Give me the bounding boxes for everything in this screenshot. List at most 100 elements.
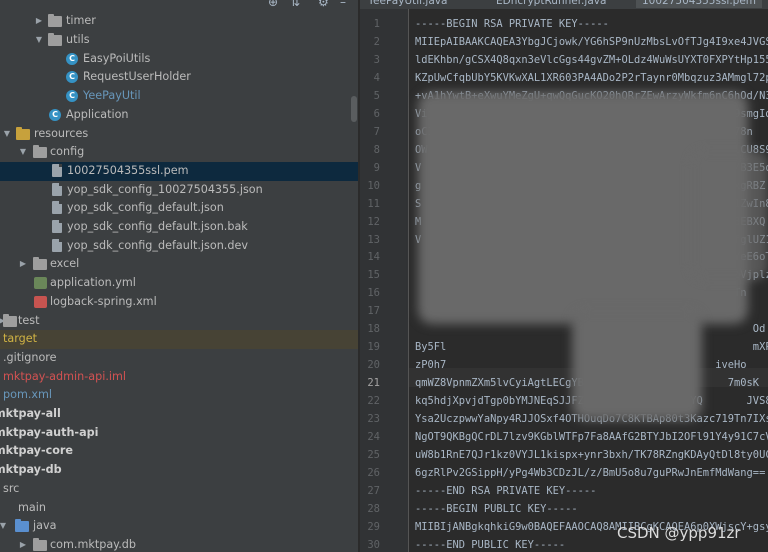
- tree-item-excel[interactable]: ▶ excel: [0, 255, 358, 274]
- line-number: 25: [367, 449, 380, 462]
- tree-item-yeepayutil[interactable]: C YeePayUtil: [0, 87, 358, 106]
- tree-item-label: utils: [66, 33, 90, 46]
- line-number: 29: [367, 520, 380, 533]
- expand-arrow-icon[interactable]: ▶: [34, 12, 44, 31]
- class-icon: C: [66, 52, 78, 65]
- code-line[interactable]: -----END RSA PRIVATE KEY-----: [415, 485, 596, 497]
- tree-item-ssl-pem[interactable]: 10027504355ssl.pem: [0, 161, 358, 181]
- tab-yeepayutil[interactable]: YeePayUtil.java: [368, 0, 447, 8]
- tree-item-mktpay-all[interactable]: mktpay-all: [0, 405, 358, 424]
- code-line[interactable]: -----BEGIN PUBLIC KEY-----: [415, 503, 578, 515]
- tree-item-yop-config-json[interactable]: yop_sdk_config_10027504355.json: [0, 181, 358, 200]
- tree-item-application-yml[interactable]: application.yml: [0, 274, 358, 293]
- line-number: 4: [373, 71, 380, 84]
- expand-arrow-icon[interactable]: ▶: [18, 255, 28, 274]
- tree-item-iml[interactable]: mktpay-admin-api.iml: [0, 368, 358, 387]
- line-number: 19: [367, 341, 380, 354]
- line-number-gutter: 1 2 3 4 5 6 7 8 9 10 11 12 13 14 15 16 17 18 19 20 21 22 23 24 2…: [360, 9, 408, 552]
- tree-item-label: pom.xml: [3, 388, 53, 402]
- line-number: 17: [367, 305, 380, 318]
- hide-icon[interactable]: –: [340, 0, 346, 8]
- code-line[interactable]: -----END PUBLIC KEY-----: [415, 539, 565, 551]
- line-number: 23: [367, 413, 380, 426]
- source-folder-icon: [15, 519, 29, 533]
- tree-item-utils[interactable]: ▼ utils: [0, 31, 358, 50]
- yml-icon: [34, 277, 47, 290]
- collapse-icon[interactable]: ⇅: [290, 0, 300, 8]
- file-icon: [52, 238, 62, 252]
- tree-item-label: excel: [50, 257, 80, 271]
- tree-item-label: application.yml: [50, 276, 136, 290]
- tree-item-pom[interactable]: pom.xml: [0, 386, 358, 405]
- tree-scrollbar[interactable]: [351, 96, 357, 122]
- tree-item-label: resources: [34, 126, 89, 140]
- line-number: 20: [367, 359, 380, 372]
- gutter-separator: [408, 9, 409, 552]
- line-number: 21: [367, 377, 380, 390]
- editor-panel: YeePayUtil.java EDncryptRunner.java 1002…: [360, 0, 768, 552]
- class-icon: C: [66, 71, 78, 84]
- tree-item-label: mktpay-core: [0, 444, 74, 458]
- code-line[interactable]: ldEKhbn/gCSX4Q8qxn3eVlcGgs44gvZM+OLdz4Wu…: [415, 54, 768, 66]
- code-line[interactable]: MIIEpAIBAAKCAQEA3YbgJCjowk/YG6hSP9nUzMbs…: [415, 36, 768, 48]
- line-number: 13: [367, 233, 380, 246]
- tree-item-test[interactable]: ▶ test: [0, 312, 358, 331]
- tree-item-label: yop_sdk_config_default.json.dev: [67, 238, 248, 252]
- collapse-arrow-icon[interactable]: ▼: [34, 31, 44, 50]
- tree-item-application[interactable]: C Application: [0, 106, 358, 125]
- expand-arrow-icon[interactable]: ▶: [18, 536, 28, 552]
- tree-item-yop-default-dev[interactable]: yop_sdk_config_default.json.dev: [0, 237, 358, 256]
- tree-item-resources[interactable]: ▼ resources: [0, 125, 358, 144]
- tree-item-label: EasyPoiUtils: [83, 51, 151, 65]
- tree-item-src[interactable]: src: [0, 480, 358, 499]
- class-icon: C: [66, 90, 78, 103]
- tree-item-label: yop_sdk_config_10027504355.json: [67, 182, 263, 196]
- tree-item-easypoiutils[interactable]: C EasyPoiUtils: [0, 50, 358, 69]
- collapse-arrow-icon[interactable]: ▼: [2, 125, 12, 144]
- line-number: 15: [367, 269, 380, 282]
- target-icon[interactable]: ⊕: [268, 0, 278, 8]
- code-line[interactable]: -----BEGIN RSA PRIVATE KEY-----: [415, 18, 609, 30]
- tree-item-main[interactable]: main: [0, 499, 358, 518]
- file-icon: [52, 220, 62, 233]
- tree-item-target[interactable]: target: [0, 330, 358, 349]
- tree-item-gitignore[interactable]: .gitignore: [0, 349, 358, 368]
- tree-item-mktpay-db[interactable]: mktpay-db: [0, 461, 358, 480]
- tree-item-mktpay-core[interactable]: mktpay-core: [0, 442, 358, 461]
- tree-item-config[interactable]: ▼ config: [0, 143, 358, 162]
- tree-item-mktpay-auth-api[interactable]: mktpay-auth-api: [0, 424, 358, 443]
- tree-item-yop-default-json[interactable]: yop_sdk_config_default.json: [0, 199, 358, 218]
- tree-item-logback-xml[interactable]: logback-spring.xml: [0, 293, 358, 312]
- code-line[interactable]: uW8b1RnE7QJr1kz0VYJL1kispx+ynr3bxh/TK78R…: [415, 449, 768, 461]
- class-icon: C: [49, 108, 61, 121]
- line-number: 26: [367, 467, 380, 479]
- code-line[interactable]: KZpUwCfqbUbY5KVKwXAL1XR603PA4ADo2P2rTayn…: [415, 72, 768, 84]
- line-number: 14: [367, 251, 380, 264]
- tree-item-package-db[interactable]: ▶ com.mktpay.db: [0, 536, 358, 552]
- folder-icon: [33, 145, 47, 159]
- line-number: 7: [373, 125, 380, 138]
- collapse-arrow-icon[interactable]: ▼: [0, 517, 8, 536]
- line-number: 24: [367, 431, 380, 444]
- tab-ssl-pem[interactable]: 10027504355ssl.pem: [636, 0, 763, 8]
- file-icon: [52, 163, 62, 177]
- code-line[interactable]: 6gzRlPv2GSippH/yPg4Wb3CDzJL/z/BmU5o8u7gu…: [415, 467, 765, 479]
- editor-tab-bar: YeePayUtil.java EDncryptRunner.java 1002…: [360, 0, 768, 9]
- blur-redaction: [572, 310, 702, 420]
- tree-item-yop-default-bak[interactable]: yop_sdk_config_default.json.bak: [0, 218, 358, 237]
- tree-item-requestuserholder[interactable]: C RequestUserHolder: [0, 68, 358, 87]
- code-line[interactable]: NgOT9QKBgQCrDL7lzv9KGblWTFp7Fa8AAfG2BTYJ…: [415, 431, 768, 443]
- watermark: CSDN @ypp91zr: [617, 524, 741, 542]
- tree-item-label: main: [18, 500, 46, 514]
- project-tree-panel: ⊕ ⇅ ⚙ – ▶ timer ▼ utils C EasyPoiUtils C…: [0, 0, 358, 552]
- collapse-arrow-icon[interactable]: ▼: [18, 143, 28, 162]
- gear-icon[interactable]: ⚙: [318, 0, 329, 8]
- tab-edncryptrunner[interactable]: EDncryptRunner.java: [496, 0, 606, 8]
- tree-item-java[interactable]: ▼ java: [0, 517, 358, 536]
- line-number: 1: [373, 18, 380, 30]
- line-number: 22: [367, 395, 380, 408]
- tree-item-timer[interactable]: ▶ timer: [0, 12, 358, 31]
- folder-icon: [48, 14, 62, 27]
- line-number: 3: [373, 53, 380, 66]
- tree-item-label: mktpay-all: [0, 407, 61, 420]
